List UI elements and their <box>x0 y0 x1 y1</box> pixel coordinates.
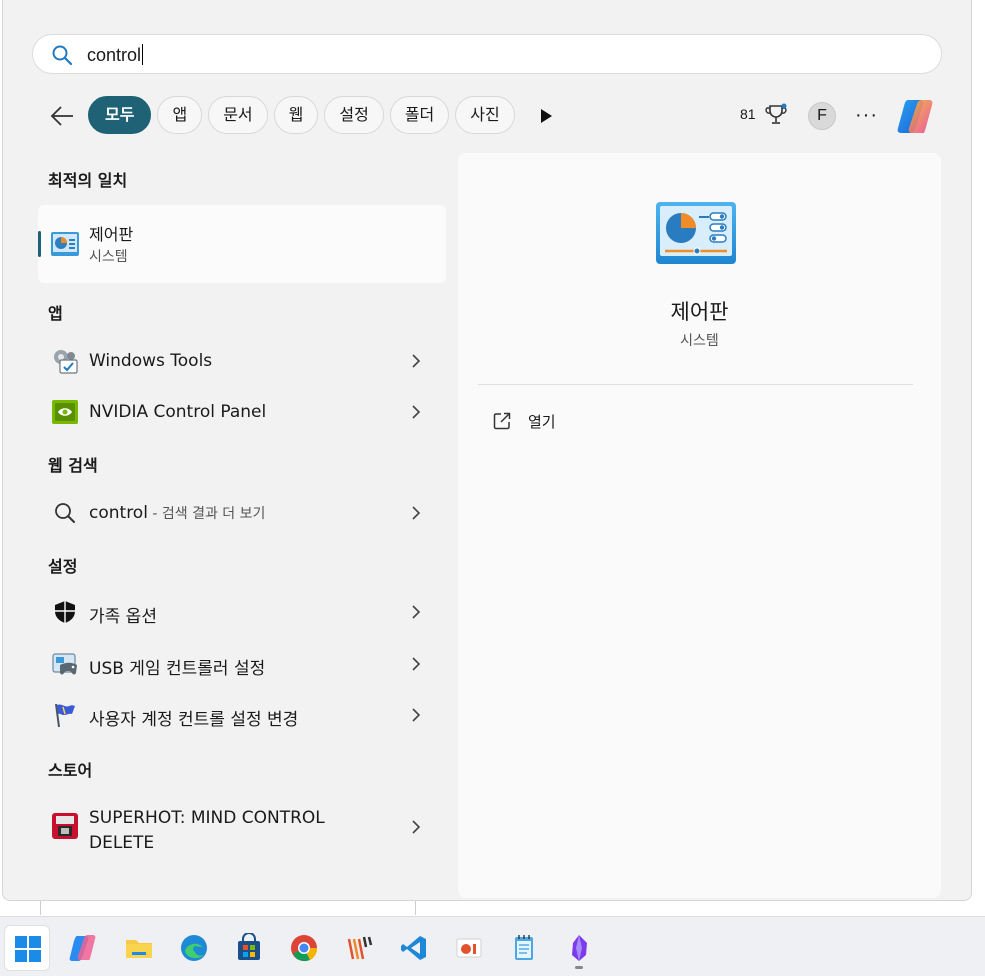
edge-icon <box>181 935 207 961</box>
taskbar-presentation[interactable] <box>446 925 492 971</box>
nvidia-icon <box>52 400 78 424</box>
web-search-suffix: - 검색 결과 더 보기 <box>147 506 266 522</box>
tab-settings[interactable]: 설정 <box>324 96 384 134</box>
tab-photos[interactable]: 사진 <box>455 96 515 134</box>
taskbar-edge[interactable] <box>171 925 217 971</box>
tab-apps[interactable]: 앱 <box>157 96 203 134</box>
web-search-query: control <box>89 503 148 523</box>
copilot-icon <box>69 935 96 961</box>
list-item-uac-settings[interactable]: 사용자 계정 컨트롤 설정 변경 <box>40 693 440 737</box>
search-icon <box>55 503 75 523</box>
best-match-title: 제어판 <box>89 225 134 244</box>
rewards-points: 81 <box>740 106 756 122</box>
selection-indicator <box>38 231 41 257</box>
copilot-icon[interactable] <box>896 97 936 135</box>
list-item-label: NVIDIA Control Panel <box>89 402 267 422</box>
chevron-right-icon[interactable] <box>410 819 422 835</box>
control-panel-icon <box>656 202 736 264</box>
section-store: 스토어 <box>48 761 93 780</box>
list-item-family-options[interactable]: 가족 옵션 <box>40 590 440 634</box>
file-explorer-icon <box>126 940 152 958</box>
chevron-right-icon[interactable] <box>410 353 422 369</box>
more-filters-arrow-icon[interactable] <box>538 107 554 125</box>
tab-documents[interactable]: 문서 <box>208 96 268 134</box>
taskbar-obsidian[interactable] <box>556 925 602 971</box>
presentation-icon <box>456 938 482 958</box>
section-apps: 앱 <box>48 304 63 323</box>
background-edge <box>415 901 416 915</box>
running-indicator <box>575 966 583 969</box>
tab-folders[interactable]: 폴더 <box>389 96 450 134</box>
list-item-label: 사용자 계정 컨트롤 설정 변경 <box>89 710 299 730</box>
app-icon <box>347 936 373 960</box>
list-item-windows-tools[interactable]: Windows Tools <box>40 339 440 383</box>
list-item-usb-game-controller[interactable]: USB 게임 컨트롤러 설정 <box>40 642 440 686</box>
taskbar-store[interactable] <box>226 925 272 971</box>
vscode-icon <box>401 936 426 960</box>
list-item-label: Windows Tools <box>89 351 213 371</box>
chevron-right-icon[interactable] <box>410 604 422 620</box>
taskbar <box>0 916 985 976</box>
avatar[interactable]: F <box>808 102 836 130</box>
list-item-label: SUPERHOT: MIND CONTROL DELETE <box>89 808 325 853</box>
web-search-label: control - 검색 결과 더 보기 <box>89 503 265 523</box>
taskbar-vscode[interactable] <box>391 925 437 971</box>
more-options-icon[interactable]: ··· <box>855 104 878 127</box>
list-item-label: 가족 옵션 <box>89 607 157 627</box>
windows-tools-icon <box>54 350 78 374</box>
list-item-label: USB 게임 컨트롤러 설정 <box>89 659 266 679</box>
best-match-subtitle: 시스템 <box>89 249 128 265</box>
open-external-icon[interactable] <box>493 412 511 430</box>
rewards-trophy-icon[interactable] <box>764 102 788 128</box>
best-match-item[interactable]: 제어판 시스템 <box>38 205 446 283</box>
taskbar-notepad[interactable] <box>501 925 547 971</box>
obsidian-icon <box>572 935 587 961</box>
taskbar-file-explorer[interactable] <box>116 925 162 971</box>
filter-tabs: 모두 앱 문서 웹 설정 폴더 사진 <box>88 96 515 134</box>
search-input[interactable]: control <box>87 44 144 66</box>
superhot-icon <box>52 813 78 839</box>
start-button[interactable] <box>4 925 50 971</box>
back-arrow-icon[interactable] <box>48 103 76 129</box>
store-icon <box>238 933 260 960</box>
tab-all[interactable]: 모두 <box>88 96 152 134</box>
open-action-label[interactable]: 열기 <box>528 411 556 432</box>
preview-title: 제어판 <box>670 300 729 324</box>
chevron-right-icon[interactable] <box>410 656 422 672</box>
chevron-right-icon[interactable] <box>410 404 422 420</box>
background-edge <box>40 901 41 915</box>
tab-web[interactable]: 웹 <box>273 96 319 134</box>
taskbar-chrome[interactable] <box>281 925 327 971</box>
chevron-right-icon[interactable] <box>410 505 422 521</box>
flag-icon <box>55 703 75 728</box>
section-web-search: 웹 검색 <box>48 456 98 475</box>
taskbar-app[interactable] <box>336 925 382 971</box>
list-item-nvidia-control-panel[interactable]: NVIDIA Control Panel <box>40 390 440 434</box>
list-item-superhot[interactable]: SUPERHOT: MIND CONTROL DELETE <box>40 795 440 857</box>
section-best-match: 최적의 일치 <box>48 171 128 190</box>
list-item-web-search[interactable]: control - 검색 결과 더 보기 <box>40 491 440 535</box>
section-settings: 설정 <box>48 557 78 576</box>
divider <box>478 384 913 385</box>
preview-pane: 제어판 시스템 열기 <box>458 153 941 898</box>
start-icon <box>15 936 41 962</box>
search-box[interactable]: control <box>32 34 942 74</box>
taskbar-copilot[interactable] <box>60 925 106 971</box>
chevron-right-icon[interactable] <box>410 707 422 723</box>
shield-icon <box>55 601 75 623</box>
preview-subtitle: 시스템 <box>680 333 719 349</box>
search-icon <box>52 45 73 66</box>
chrome-icon <box>291 935 318 962</box>
control-panel-icon <box>51 232 79 256</box>
notepad-icon <box>515 935 533 960</box>
game-controller-icon <box>52 653 77 675</box>
